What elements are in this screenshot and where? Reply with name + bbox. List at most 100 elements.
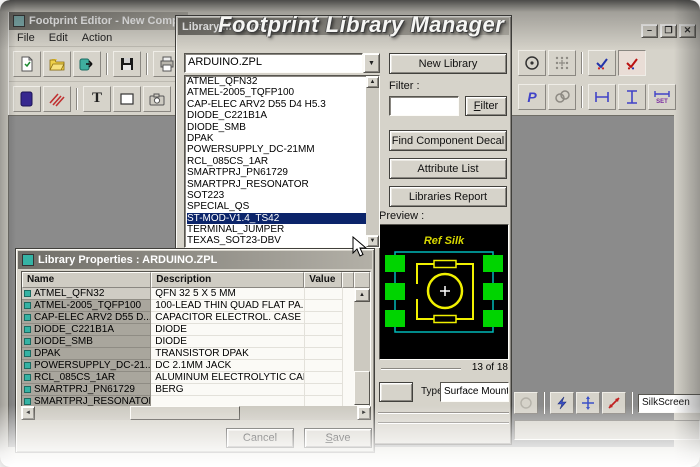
measure-button[interactable] bbox=[602, 392, 626, 414]
toolbar-separator bbox=[581, 52, 583, 74]
grid-button[interactable] bbox=[548, 50, 576, 76]
menu-file[interactable]: File bbox=[17, 32, 35, 44]
text-tool-button[interactable]: T bbox=[83, 85, 111, 112]
part-name: RCL_085CS_1AR bbox=[34, 372, 116, 383]
circles-icon bbox=[554, 89, 570, 105]
part-extra bbox=[342, 312, 354, 324]
props-table-row[interactable]: DIODE_C221B1A DIODE bbox=[22, 324, 354, 336]
close-button[interactable]: ✕ bbox=[679, 24, 696, 38]
column-header-description[interactable]: Description bbox=[151, 272, 305, 288]
part-list-item[interactable]: POWERSUPPLY_DC-21MM bbox=[187, 144, 366, 155]
origin-button[interactable] bbox=[518, 50, 546, 76]
part-list-item[interactable]: SPECIAL_QS bbox=[187, 201, 366, 212]
column-header-value[interactable]: Value bbox=[304, 272, 343, 288]
part-value bbox=[304, 348, 343, 360]
part-list-scrollbar[interactable]: ▲ ▼ bbox=[366, 76, 379, 247]
cancel-button[interactable]: Cancel bbox=[226, 428, 294, 448]
layer-combo[interactable]: SilkScreen bbox=[638, 393, 700, 413]
save-button[interactable] bbox=[113, 51, 141, 77]
scroll-right-icon[interactable]: ► bbox=[357, 406, 371, 420]
menu-edit[interactable]: Edit bbox=[49, 32, 68, 44]
chevron-down-icon[interactable]: ▼ bbox=[363, 53, 380, 73]
props-table-row[interactable]: SMARTPRJ_PN61729 BERG bbox=[22, 384, 354, 396]
counter-separator bbox=[381, 368, 461, 370]
maximize-button[interactable]: ❐ bbox=[660, 24, 677, 38]
window-controls: – ❐ ✕ bbox=[641, 24, 696, 38]
props-hscrollbar[interactable]: ◄ ► bbox=[21, 406, 371, 420]
props-table-row[interactable]: ATMEL_QFN32 QFN 32 5 X 5 MM bbox=[22, 288, 354, 300]
part-list-items: ATMEL_QFN32 ATMEL-2005_TQFP100 CAP-ELEC AR… bbox=[185, 76, 366, 247]
verify-connectivity-button[interactable] bbox=[618, 50, 646, 76]
rectangle-tool-button[interactable] bbox=[113, 85, 141, 112]
part-list-item[interactable]: TEXAS_SOT23-DBV bbox=[187, 235, 366, 246]
copper-shapes-button[interactable] bbox=[548, 84, 576, 110]
dimension-settings-button[interactable]: SET bbox=[648, 84, 676, 110]
part-list-item[interactable]: ST-MOD-V1.4_TS42 bbox=[187, 212, 366, 225]
filter-input[interactable] bbox=[389, 96, 459, 116]
snapshot-button[interactable] bbox=[143, 85, 171, 112]
part-list-item[interactable]: DIODE_C221B1A bbox=[187, 110, 366, 121]
part-list-item[interactable]: SMARTPRJ_PN61729 bbox=[187, 167, 366, 178]
filter-button[interactable]: Filter bbox=[465, 96, 507, 116]
part-list-item[interactable]: DIODE_SMB bbox=[187, 122, 366, 133]
scroll-thumb[interactable] bbox=[130, 406, 240, 420]
toolbar-separator bbox=[146, 53, 148, 75]
part-list-item[interactable]: TERMINAL_JUMPER bbox=[187, 224, 366, 235]
part-list[interactable]: ATMEL_QFN32 ATMEL-2005_TQFP100 CAP-ELEC AR… bbox=[184, 75, 380, 248]
crosshair-arrows-icon bbox=[581, 396, 595, 410]
filter-button-label: Filter bbox=[473, 100, 499, 112]
props-table-row[interactable]: DIODE_SMB DIODE bbox=[22, 336, 354, 348]
dimension-horizontal-button[interactable] bbox=[588, 84, 616, 110]
library-combo[interactable]: ARDUINO.ZPL ▼ bbox=[184, 53, 380, 73]
disabled-tool-button[interactable] bbox=[514, 392, 538, 414]
part-value bbox=[304, 384, 343, 396]
props-table-row[interactable]: ATMEL-2005_TQFP100 100-LEAD THIN QUAD FLA… bbox=[22, 300, 354, 312]
save-button[interactable]: Save bbox=[304, 428, 372, 448]
props-table-row[interactable]: CAP-ELEC ARV2 D55 D... CAPACITOR ELECTROL… bbox=[22, 312, 354, 324]
scroll-thumb[interactable] bbox=[354, 371, 370, 405]
part-list-item[interactable]: ATMEL_QFN32 bbox=[187, 76, 366, 87]
attribute-list-button[interactable]: Attribute List bbox=[389, 158, 507, 179]
new-button[interactable] bbox=[13, 51, 41, 77]
editor-toolbar-file bbox=[9, 47, 188, 82]
part-list-item[interactable]: DPAK bbox=[187, 133, 366, 144]
part-list-item[interactable]: ATMEL-2005_TQFP100 bbox=[187, 87, 366, 98]
libraries-report-button[interactable]: Libraries Report bbox=[389, 186, 507, 207]
pour-button[interactable]: P bbox=[518, 84, 546, 110]
part-list-item[interactable]: SOT223 bbox=[187, 190, 366, 201]
color-swatch-button[interactable] bbox=[13, 85, 41, 112]
part-list-item[interactable]: CAP-ELEC ARV2 D55 D4 H5.3 bbox=[187, 99, 366, 110]
part-list-item[interactable]: RCL_085CS_1AR bbox=[187, 156, 366, 167]
props-table-row[interactable]: POWERSUPPLY_DC-21... DC 2.1MM JACK bbox=[22, 360, 354, 372]
scroll-left-icon[interactable]: ◄ bbox=[21, 406, 35, 420]
scroll-up-icon[interactable]: ▲ bbox=[354, 288, 370, 302]
column-header-name[interactable]: Name bbox=[22, 272, 152, 288]
column-header-extra[interactable] bbox=[342, 272, 355, 288]
hatch-button[interactable] bbox=[43, 85, 71, 112]
type-value-field[interactable]: Surface Mount bbox=[440, 382, 509, 402]
verify-design-button[interactable] bbox=[588, 50, 616, 76]
open-button[interactable] bbox=[43, 51, 71, 77]
menu-action[interactable]: Action bbox=[82, 32, 113, 44]
props-table-row[interactable]: DPAK TRANSISTOR DPAK bbox=[22, 348, 354, 360]
part-value bbox=[304, 312, 343, 324]
editor-titlebar[interactable]: Footprint Editor - New Comp bbox=[9, 12, 188, 30]
toolbar-bottom: SilkScreen bbox=[514, 392, 700, 414]
library-arrow-icon bbox=[79, 56, 95, 72]
part-list-item[interactable]: SMARTPRJ_RESONATOR bbox=[187, 179, 366, 190]
new-library-button[interactable]: New Library bbox=[389, 53, 507, 74]
find-component-decal-button[interactable]: Find Component Decal bbox=[389, 130, 507, 151]
props-table-row[interactable]: RCL_085CS_1AR ALUMINUM ELECTROLYTIC CAP..… bbox=[22, 372, 354, 384]
route-button[interactable] bbox=[550, 392, 574, 414]
library-properties-titlebar[interactable]: Library Properties : ARDUINO.ZPL bbox=[18, 251, 372, 269]
dimension-vertical-button[interactable] bbox=[618, 84, 646, 110]
save-label: Save bbox=[325, 432, 351, 444]
props-vscrollbar[interactable]: ▲ ▼ bbox=[354, 288, 370, 419]
library-import-button[interactable] bbox=[73, 51, 101, 77]
part-description: DIODE bbox=[151, 324, 305, 336]
scroll-up-icon[interactable]: ▲ bbox=[366, 76, 379, 88]
dimension-v-icon bbox=[624, 89, 640, 105]
move-button[interactable] bbox=[576, 392, 600, 414]
partial-button[interactable] bbox=[379, 382, 413, 402]
minimize-button[interactable]: – bbox=[641, 24, 658, 38]
